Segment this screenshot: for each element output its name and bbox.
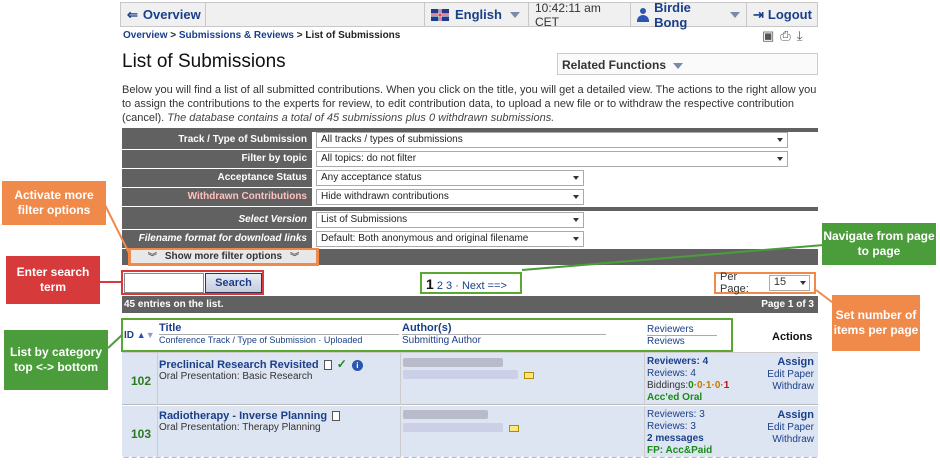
callout-category: List by category top <-> bottom — [4, 330, 108, 390]
callout-items-per-page: Set number of items per page — [832, 295, 920, 351]
callout-navigate: Navigate from page to page — [822, 223, 936, 265]
annotation-connectors — [100, 204, 837, 349]
callout-search-term: Enter search term — [6, 256, 100, 304]
callout-more-filter: Activate more filter options — [2, 181, 106, 225]
